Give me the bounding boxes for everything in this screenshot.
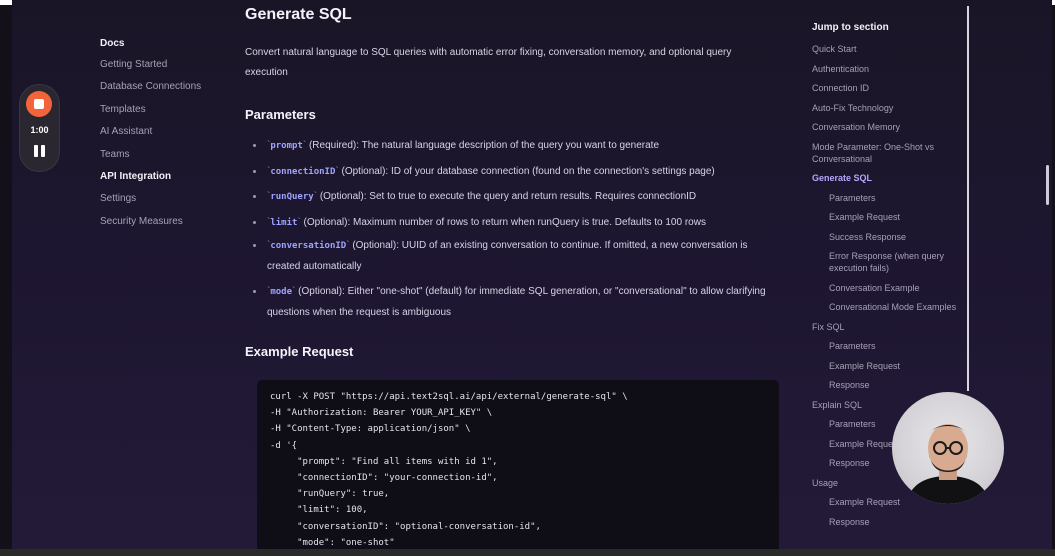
example-request-heading: Example Request [245,344,354,359]
toc-item-example-request[interactable]: Example Request [812,211,962,223]
toc-item-connection-id[interactable]: Connection ID [812,82,962,94]
code-line: -d '{ [270,440,298,451]
parameter-description: (Required): The natural language descrip… [306,140,660,151]
toc-item-example-request[interactable]: Example Request [812,360,962,372]
toc-divider [967,6,969,391]
recording-time: 1:00 [30,125,49,135]
code-line: -H "Authorization: Bearer YOUR_API_KEY" … [270,408,493,419]
sidebar-item-security-measures[interactable]: Security Measures [100,216,240,238]
webcam-overlay [892,392,1004,504]
parameter-item: `prompt` (Required): The natural languag… [245,136,775,157]
code-line: "runQuery": true, [270,489,390,500]
toc-item-generate-sql[interactable]: Generate SQL [812,172,962,184]
sidebar-item-ai-assistant[interactable]: AI Assistant [100,126,240,148]
code-line: "limit": 100, [270,505,368,516]
sidebar-item-getting-started[interactable]: Getting Started [100,59,240,81]
sidebar-item-templates[interactable]: Templates [100,104,240,126]
toc-item-conversation-example[interactable]: Conversation Example [812,282,962,294]
toc-item-conversational-mode-examples[interactable]: Conversational Mode Examples [812,301,962,313]
bullet-icon [253,244,256,247]
sidebar-item-api-integration[interactable]: API Integration [100,171,240,193]
code-line: -H "Content-Type: application/json" \ [270,424,471,435]
scrollbar-thumb[interactable] [1046,165,1049,205]
parameters-list: `prompt` (Required): The natural languag… [245,136,775,322]
parameter-name: connectionID [270,166,336,177]
toc-item-response[interactable]: Response [812,516,962,528]
bullet-icon [253,195,256,198]
screen-recorder-widget: 1:00 [20,85,59,171]
toc-item-quick-start[interactable]: Quick Start [812,43,962,55]
toc-item-conversation-memory[interactable]: Conversation Memory [812,121,962,133]
parameter-description: (Optional): Either "one-shot" (default) … [267,286,766,318]
toc-item-mode-parameter-one-shot-vs-conversational[interactable]: Mode Parameter: One-Shot vs Conversation… [812,141,962,165]
sidebar-item-database-connections[interactable]: Database Connections [100,81,240,103]
toc-item-auto-fix-technology[interactable]: Auto-Fix Technology [812,102,962,114]
parameter-item: `conversationID` (Optional): UUID of an … [245,236,775,276]
code-line: "mode": "one-shot" [270,537,395,548]
bullet-icon [253,169,256,173]
code-line: "connectionID": "your-connection-id", [270,473,498,483]
code-line: "prompt": "Find all items with id 1", [270,456,498,467]
sidebar-item-teams[interactable]: Teams [100,149,240,171]
code-line: curl -X POST "https://api.text2sql.ai/ap… [270,392,628,402]
parameter-item: `connectionID` (Optional): ID of your da… [245,162,775,183]
toc-title: Jump to section [812,22,889,33]
page-title: Generate SQL [245,6,352,23]
toc-item-parameters[interactable]: Parameters [812,192,962,204]
docs-sidebar-title: Docs [100,38,125,49]
bullet-icon [253,220,256,224]
parameter-name: conversationID [270,241,347,251]
bullet-icon [253,144,256,147]
toc-item-fix-sql[interactable]: Fix SQL [812,321,962,333]
code-block[interactable]: curl -X POST "https://api.text2sql.ai/ap… [257,380,779,549]
toc-item-success-response[interactable]: Success Response [812,231,962,243]
toc-item-error-response-when-query-execution-fails-[interactable]: Error Response (when query execution fai… [812,250,962,274]
bullet-icon [253,290,256,293]
parameter-name: mode [270,287,293,297]
parameter-item: `runQuery` (Optional): Set to true to ex… [245,187,775,208]
intro-text: Convert natural language to SQL queries … [245,47,732,78]
window-bottom-edge [0,549,1055,556]
stop-record-icon[interactable] [26,91,52,117]
code-line: "conversationID": "optional-conversation… [270,521,541,532]
toc-item-authentication[interactable]: Authentication [812,63,962,75]
parameter-item: `mode` (Optional): Either "one-shot" (de… [245,282,775,322]
presenter-avatar [906,424,990,504]
parameter-item: `limit` (Optional): Maximum number of ro… [245,213,775,234]
parameter-name: runQuery [270,192,314,202]
parameter-name: prompt [270,141,303,151]
toc-item-response[interactable]: Response [812,379,962,391]
parameter-description: (Optional): Maximum number of rows to re… [300,216,706,228]
toc-item-parameters[interactable]: Parameters [812,340,962,352]
sidebar-item-settings[interactable]: Settings [100,193,240,215]
parameter-description: (Optional): ID of your database connecti… [338,165,715,177]
docs-sidebar: Docs Getting Started Database Connections… [100,38,240,238]
parameter-description: (Optional): Set to true to execute the q… [317,191,697,202]
parameter-name: limit [270,217,298,228]
pause-icon[interactable] [34,145,45,157]
parameters-heading: Parameters [245,107,316,122]
